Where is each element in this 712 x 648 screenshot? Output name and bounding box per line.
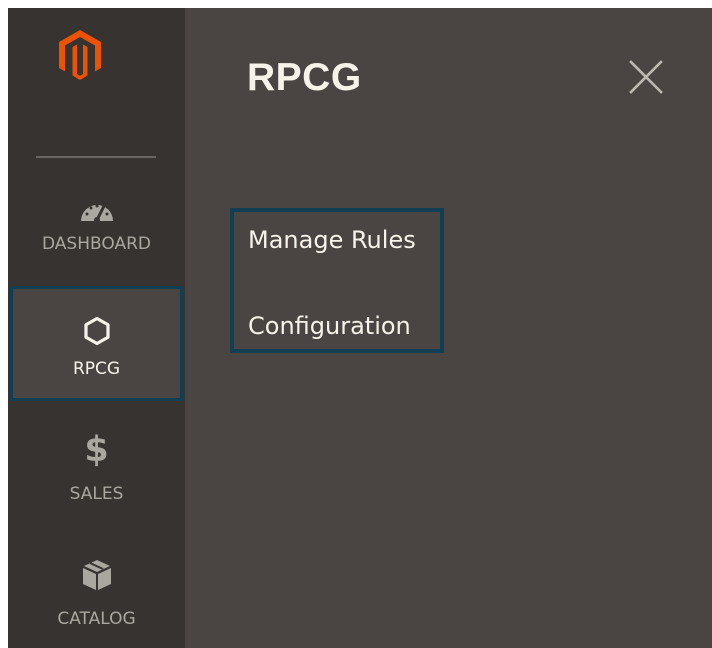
dashboard-icon: [80, 204, 113, 223]
sidebar-item-dashboard[interactable]: DASHBOARD: [8, 183, 185, 283]
close-icon: [629, 60, 663, 94]
panel-title: RPCG: [247, 56, 362, 99]
submenu-links-highlight: Manage Rules Configuration: [230, 208, 444, 353]
box-icon: [82, 560, 111, 590]
sidebar-item-label: SALES: [69, 484, 124, 504]
sidebar-item-rpcg[interactable]: RPCG: [10, 286, 183, 401]
submenu-panel: RPCG Manage Rules Configuration: [185, 8, 712, 648]
sidebar-item-label: RPCG: [72, 359, 121, 379]
sidebar-item-catalog[interactable]: CATALOG: [8, 548, 185, 648]
sidebar-item-label: CATALOG: [57, 609, 136, 629]
sidebar-divider: [36, 156, 156, 158]
admin-sidebar: DASHBOARD RPCG $ SALES CATALOG: [8, 8, 185, 648]
dollar-icon: $: [84, 430, 109, 470]
hexagon-icon: [83, 316, 110, 346]
sidebar-item-sales[interactable]: $ SALES: [8, 423, 185, 523]
sidebar-item-label: DASHBOARD: [42, 234, 151, 254]
manage-rules-link[interactable]: Manage Rules: [248, 226, 416, 254]
close-button[interactable]: [625, 56, 667, 98]
magento-logo-icon[interactable]: [59, 30, 101, 80]
configuration-link[interactable]: Configuration: [248, 312, 411, 340]
admin-frame: DASHBOARD RPCG $ SALES CATALOG RPCG Mana…: [8, 8, 712, 648]
